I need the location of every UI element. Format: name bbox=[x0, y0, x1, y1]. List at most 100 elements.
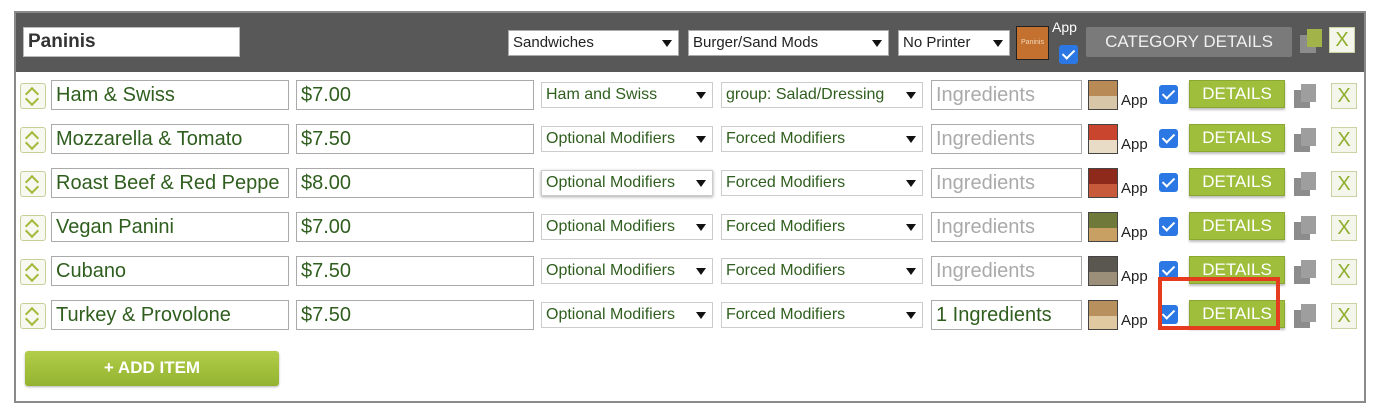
item-image-thumbnail[interactable] bbox=[1088, 212, 1118, 242]
category-panel: Paninis Sandwiches Burger/Sand Mods No P… bbox=[14, 11, 1366, 403]
chevron-down-icon bbox=[906, 312, 916, 319]
delete-item-button[interactable]: X bbox=[1331, 303, 1357, 329]
ingredients-field[interactable]: Ingredients bbox=[931, 80, 1082, 110]
forced-modifiers-select[interactable]: Forced Modifiers bbox=[721, 302, 923, 328]
forced-modifiers-select[interactable]: Forced Modifiers bbox=[721, 170, 923, 196]
chevron-down-icon bbox=[696, 180, 706, 187]
item-details-button[interactable]: DETAILS bbox=[1189, 212, 1285, 240]
category-header: Paninis Sandwiches Burger/Sand Mods No P… bbox=[16, 13, 1364, 72]
item-details-button[interactable]: DETAILS bbox=[1189, 80, 1285, 108]
ingredients-field[interactable]: 1 Ingredients bbox=[931, 300, 1082, 330]
delete-category-button[interactable]: X bbox=[1329, 27, 1355, 53]
app-label: App bbox=[1121, 92, 1148, 109]
optional-modifiers-select[interactable]: Ham and Swiss bbox=[541, 82, 713, 108]
sort-handle-icon[interactable] bbox=[20, 127, 46, 153]
optional-modifiers-select[interactable]: Optional Modifiers bbox=[541, 214, 713, 240]
add-item-button[interactable]: + ADD ITEM bbox=[25, 351, 279, 386]
chevron-down-icon bbox=[872, 40, 882, 47]
sort-handle-icon[interactable] bbox=[20, 171, 46, 197]
item-row: Roast Beef & Red Peppe $8.00 Optional Mo… bbox=[16, 168, 1364, 212]
sort-handle-icon[interactable] bbox=[20, 215, 46, 241]
app-label: App bbox=[1121, 268, 1148, 285]
category-name-input[interactable]: Paninis bbox=[23, 27, 240, 57]
category-details-button[interactable]: CATEGORY DETAILS bbox=[1086, 27, 1292, 57]
item-row: Vegan Panini $7.00 Optional Modifiers Fo… bbox=[16, 212, 1364, 256]
item-image-thumbnail[interactable] bbox=[1088, 256, 1118, 286]
sort-handle-icon[interactable] bbox=[20, 303, 46, 329]
ingredients-field[interactable]: Ingredients bbox=[931, 124, 1082, 154]
category-image-thumbnail[interactable]: Paninis bbox=[1016, 26, 1049, 60]
delete-item-button[interactable]: X bbox=[1331, 171, 1357, 197]
app-label: App bbox=[1121, 136, 1148, 153]
optional-modifiers-select[interactable]: Optional Modifiers bbox=[541, 258, 713, 284]
app-label: App bbox=[1052, 19, 1077, 35]
item-price-input[interactable]: $8.00 bbox=[296, 168, 534, 198]
category-modifier-select[interactable]: Burger/Sand Mods bbox=[688, 30, 889, 56]
chevron-down-icon bbox=[906, 92, 916, 99]
ingredients-field[interactable]: Ingredients bbox=[931, 212, 1082, 242]
item-row: Mozzarella & Tomato $7.50 Optional Modif… bbox=[16, 124, 1364, 168]
item-app-checkbox[interactable] bbox=[1159, 173, 1178, 192]
item-price-input[interactable]: $7.50 bbox=[296, 300, 534, 330]
item-details-button[interactable]: DETAILS bbox=[1189, 168, 1285, 196]
optional-modifiers-select[interactable]: Optional Modifiers bbox=[541, 302, 713, 328]
item-name-input[interactable]: Turkey & Provolone bbox=[51, 300, 289, 330]
copy-icon[interactable] bbox=[1294, 260, 1316, 286]
item-details-button[interactable]: DETAILS bbox=[1189, 124, 1285, 152]
copy-icon[interactable] bbox=[1300, 29, 1322, 55]
chevron-down-icon bbox=[906, 180, 916, 187]
item-name-input[interactable]: Cubano bbox=[51, 256, 289, 286]
category-group-select[interactable]: Sandwiches bbox=[508, 30, 679, 56]
optional-modifiers-select[interactable]: Optional Modifiers bbox=[541, 170, 713, 196]
copy-icon[interactable] bbox=[1294, 84, 1316, 110]
item-name-input[interactable]: Roast Beef & Red Peppe bbox=[51, 168, 289, 198]
chevron-down-icon bbox=[906, 268, 916, 275]
delete-item-button[interactable]: X bbox=[1331, 83, 1357, 109]
copy-icon[interactable] bbox=[1294, 128, 1316, 154]
chevron-down-icon bbox=[993, 40, 1003, 47]
sort-handle-icon[interactable] bbox=[20, 83, 46, 109]
item-app-checkbox[interactable] bbox=[1159, 129, 1178, 148]
forced-modifiers-select[interactable]: group: Salad/Dressing bbox=[721, 82, 923, 108]
app-label: App bbox=[1121, 180, 1148, 197]
chevron-down-icon bbox=[662, 40, 672, 47]
forced-modifiers-select[interactable]: Forced Modifiers bbox=[721, 126, 923, 152]
app-label: App bbox=[1121, 312, 1148, 329]
chevron-down-icon bbox=[906, 136, 916, 143]
chevron-down-icon bbox=[696, 224, 706, 231]
item-price-input[interactable]: $7.00 bbox=[296, 80, 534, 110]
item-row: Ham & Swiss $7.00 Ham and Swiss group: S… bbox=[16, 80, 1364, 124]
item-name-input[interactable]: Vegan Panini bbox=[51, 212, 289, 242]
item-app-checkbox[interactable] bbox=[1159, 217, 1178, 236]
item-image-thumbnail[interactable] bbox=[1088, 168, 1118, 198]
printer-select[interactable]: No Printer bbox=[898, 30, 1010, 56]
optional-modifiers-select[interactable]: Optional Modifiers bbox=[541, 126, 713, 152]
forced-modifiers-select[interactable]: Forced Modifiers bbox=[721, 214, 923, 240]
item-image-thumbnail[interactable] bbox=[1088, 80, 1118, 110]
copy-icon[interactable] bbox=[1294, 172, 1316, 198]
forced-modifiers-select[interactable]: Forced Modifiers bbox=[721, 258, 923, 284]
item-price-input[interactable]: $7.50 bbox=[296, 124, 534, 154]
item-app-checkbox[interactable] bbox=[1159, 85, 1178, 104]
delete-item-button[interactable]: X bbox=[1331, 215, 1357, 241]
item-price-input[interactable]: $7.00 bbox=[296, 212, 534, 242]
chevron-down-icon bbox=[696, 268, 706, 275]
item-image-thumbnail[interactable] bbox=[1088, 124, 1118, 154]
category-app-checkbox[interactable] bbox=[1059, 45, 1078, 64]
delete-item-button[interactable]: X bbox=[1331, 259, 1357, 285]
item-name-input[interactable]: Mozzarella & Tomato bbox=[51, 124, 289, 154]
chevron-down-icon bbox=[906, 224, 916, 231]
chevron-down-icon bbox=[696, 312, 706, 319]
item-price-input[interactable]: $7.50 bbox=[296, 256, 534, 286]
item-name-input[interactable]: Ham & Swiss bbox=[51, 80, 289, 110]
item-image-thumbnail[interactable] bbox=[1088, 300, 1118, 330]
chevron-down-icon bbox=[696, 136, 706, 143]
ingredients-field[interactable]: Ingredients bbox=[931, 168, 1082, 198]
ingredients-field[interactable]: Ingredients bbox=[931, 256, 1082, 286]
delete-item-button[interactable]: X bbox=[1331, 127, 1357, 153]
app-label: App bbox=[1121, 224, 1148, 241]
sort-handle-icon[interactable] bbox=[20, 259, 46, 285]
chevron-down-icon bbox=[696, 92, 706, 99]
copy-icon[interactable] bbox=[1294, 216, 1316, 242]
copy-icon[interactable] bbox=[1294, 304, 1316, 330]
